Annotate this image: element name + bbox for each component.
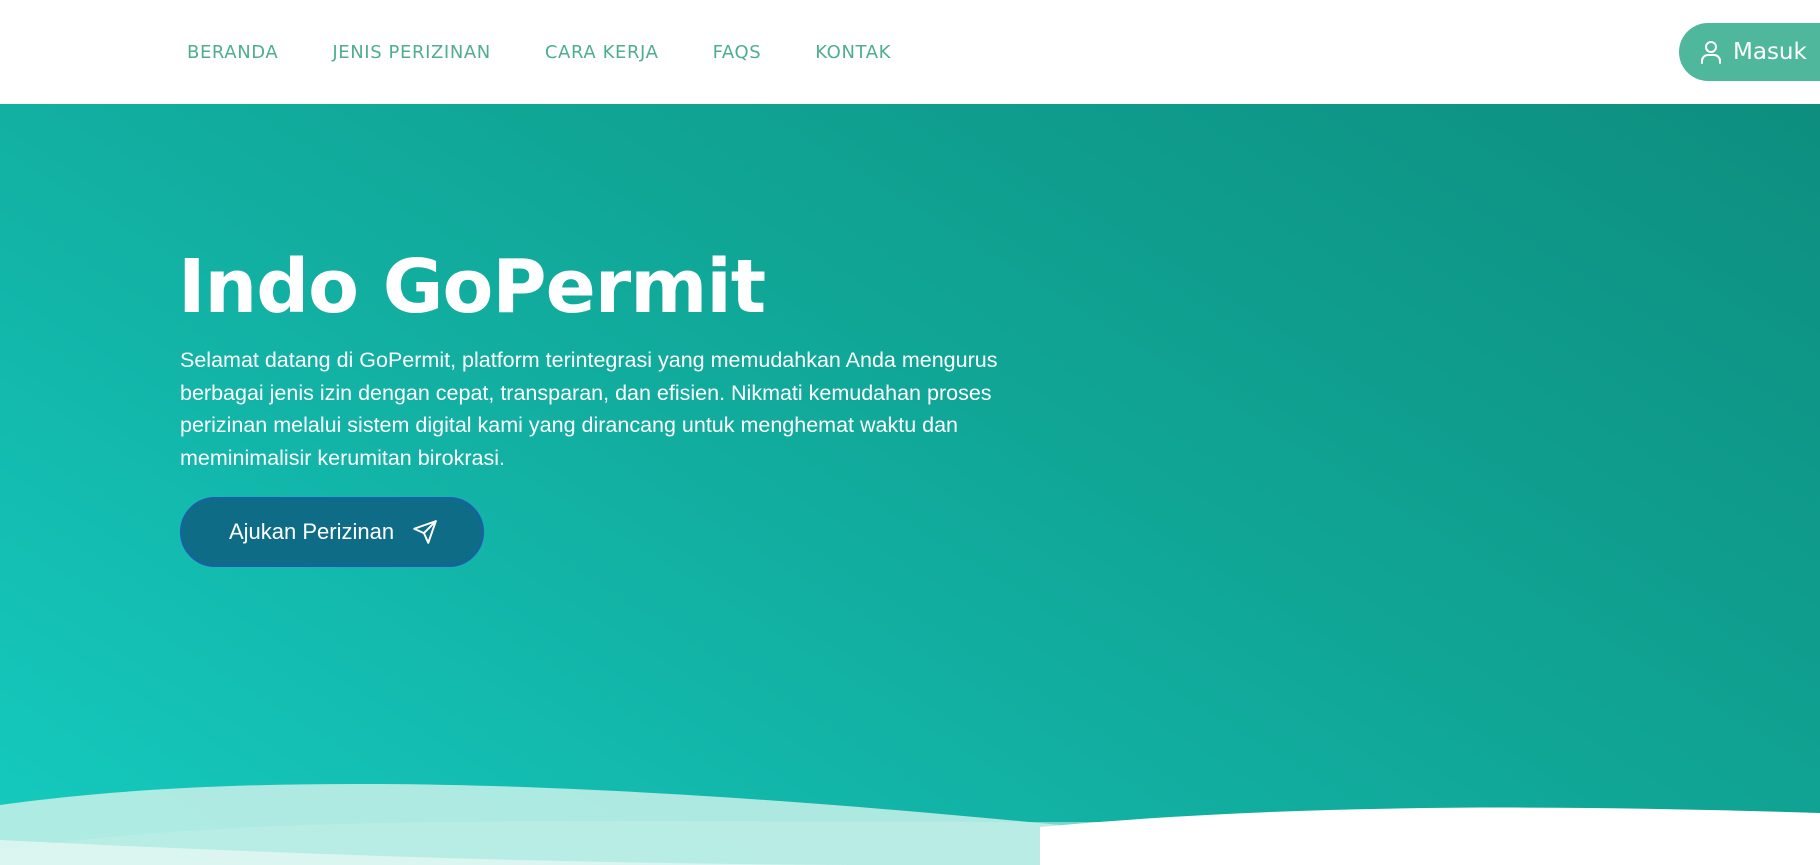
hero-section: Indo GoPermit Selamat datang di GoPermit… [0,104,1820,865]
nav-link-jenis-perizinan[interactable]: JENIS PERIZINAN [332,42,491,63]
nav-link-beranda[interactable]: BERANDA [187,42,278,63]
hero-title: Indo GoPermit [178,244,766,330]
navbar: BERANDA JENIS PERIZINAN CARA KERJA FAQS … [0,0,1820,104]
login-button-label: Masuk [1733,39,1807,65]
nav-item-kontak: KONTAK [815,42,891,63]
nav-item-cara-kerja: CARA KERJA [545,42,659,63]
nav-menu: BERANDA JENIS PERIZINAN CARA KERJA FAQS … [187,0,891,104]
send-icon [412,519,438,545]
nav-link-kontak[interactable]: KONTAK [815,42,891,63]
hero-wave-decoration [0,783,1820,865]
apply-permit-button-label: Ajukan Perizinan [229,519,395,544]
hero-description: Selamat datang di GoPermit, platform ter… [180,348,998,470]
nav-item-faqs: FAQS [713,42,762,63]
nav-link-cara-kerja[interactable]: CARA KERJA [545,42,659,63]
nav-link-faqs[interactable]: FAQS [713,42,762,63]
nav-item-jenis-perizinan: JENIS PERIZINAN [332,42,491,63]
nav-item-beranda: BERANDA [187,42,278,63]
apply-permit-button[interactable]: Ajukan Perizinan [180,497,484,567]
user-icon [1699,39,1723,65]
login-button[interactable]: Masuk [1679,23,1820,81]
